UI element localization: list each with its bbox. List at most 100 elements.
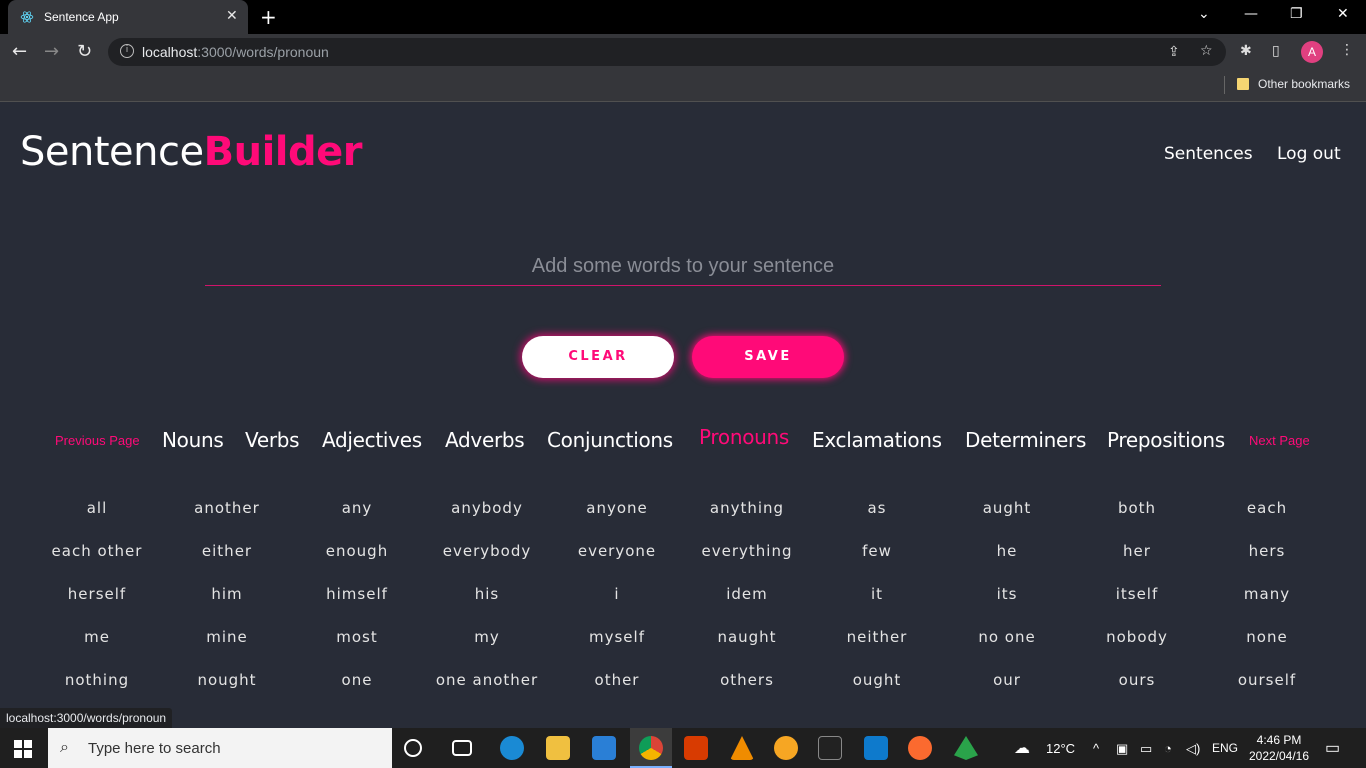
word-chip[interactable]: one <box>292 671 422 689</box>
volume-icon[interactable]: ◁) <box>1186 741 1200 757</box>
battery-icon[interactable]: ▭ <box>1140 741 1152 757</box>
word-chip[interactable]: myself <box>552 628 682 646</box>
tab-exclamations[interactable]: Exclamations <box>812 428 942 452</box>
word-chip[interactable]: anyone <box>552 499 682 517</box>
word-chip[interactable]: none <box>1202 628 1332 646</box>
word-chip[interactable]: both <box>1072 499 1202 517</box>
word-chip[interactable]: enough <box>292 542 422 560</box>
tab-pronouns[interactable]: Pronouns <box>699 425 789 449</box>
word-chip[interactable]: i <box>552 585 682 603</box>
word-chip[interactable]: naught <box>682 628 812 646</box>
profile-avatar[interactable]: A <box>1301 41 1323 63</box>
word-chip[interactable]: anybody <box>422 499 552 517</box>
word-chip[interactable]: hers <box>1202 542 1332 560</box>
terminal-icon[interactable] <box>818 736 842 760</box>
nav-sentences[interactable]: Sentences <box>1164 144 1253 164</box>
word-chip[interactable]: most <box>292 628 422 646</box>
site-info-icon[interactable]: i <box>120 44 134 58</box>
word-chip[interactable]: me <box>32 628 162 646</box>
word-chip[interactable]: everybody <box>422 542 552 560</box>
word-chip[interactable]: idem <box>682 585 812 603</box>
word-chip[interactable]: mine <box>162 628 292 646</box>
task-view-icon[interactable] <box>452 740 472 756</box>
word-chip[interactable]: he <box>942 542 1072 560</box>
word-chip[interactable]: few <box>812 542 942 560</box>
word-chip[interactable]: nothing <box>32 671 162 689</box>
word-chip[interactable]: everyone <box>552 542 682 560</box>
vlc-icon[interactable] <box>730 736 754 760</box>
word-chip[interactable]: any <box>292 499 422 517</box>
word-chip[interactable]: everything <box>682 542 812 560</box>
word-chip[interactable]: our <box>942 671 1072 689</box>
word-chip[interactable]: my <box>422 628 552 646</box>
extensions-icon[interactable]: ✱ <box>1240 43 1252 59</box>
word-chip[interactable]: no one <box>942 628 1072 646</box>
word-chip[interactable]: ourself <box>1202 671 1332 689</box>
tab-adjectives[interactable]: Adjectives <box>322 428 422 452</box>
word-chip[interactable]: him <box>162 585 292 603</box>
vscode-icon[interactable] <box>864 736 888 760</box>
word-chip[interactable]: each other <box>32 542 162 560</box>
back-icon[interactable]: ← <box>12 41 27 62</box>
previous-page-link[interactable]: Previous Page <box>55 433 140 448</box>
taskbar-clock[interactable]: 4:46 PM 2022/04/16 <box>1244 732 1314 764</box>
word-chip[interactable]: itself <box>1072 585 1202 603</box>
meet-icon[interactable]: ▣ <box>1116 741 1128 757</box>
close-window-icon[interactable]: ✕ <box>1337 6 1349 22</box>
word-chip[interactable]: his <box>422 585 552 603</box>
brand-logo[interactable]: SentenceBuilder <box>20 129 362 175</box>
word-chip[interactable]: her <box>1072 542 1202 560</box>
tab-verbs[interactable]: Verbs <box>245 428 300 452</box>
next-page-link[interactable]: Next Page <box>1249 433 1310 448</box>
reload-icon[interactable]: ↻ <box>77 41 92 62</box>
forward-icon[interactable]: → <box>44 41 59 62</box>
save-button[interactable]: SAVE <box>692 336 844 378</box>
postman-icon[interactable] <box>908 736 932 760</box>
nav-logout[interactable]: Log out <box>1277 144 1341 164</box>
word-chip[interactable]: another <box>162 499 292 517</box>
word-chip[interactable]: others <box>682 671 812 689</box>
wifi-icon[interactable]: ◔ <box>1164 741 1172 756</box>
brave-icon[interactable] <box>774 736 798 760</box>
menu-kebab-icon[interactable]: ⋮ <box>1340 42 1354 58</box>
tab-determiners[interactable]: Determiners <box>965 428 1086 452</box>
tray-chevron-icon[interactable]: ^ <box>1093 741 1099 756</box>
word-chip[interactable]: each <box>1202 499 1332 517</box>
minimize-icon[interactable]: — <box>1244 6 1258 22</box>
word-chip[interactable]: herself <box>32 585 162 603</box>
close-tab-icon[interactable]: ✕ <box>226 8 238 24</box>
word-chip[interactable]: anything <box>682 499 812 517</box>
language-indicator[interactable]: ENG <box>1212 741 1238 755</box>
word-chip[interactable]: one another <box>422 671 552 689</box>
bookmark-star-icon[interactable]: ☆ <box>1200 43 1213 59</box>
word-chip[interactable]: aught <box>942 499 1072 517</box>
word-chip[interactable]: himself <box>292 585 422 603</box>
browser-tab[interactable]: Sentence App ✕ <box>8 0 248 34</box>
other-bookmarks[interactable]: Other bookmarks <box>1258 77 1350 91</box>
mail-icon[interactable] <box>592 736 616 760</box>
notifications-icon[interactable]: ▭ <box>1325 738 1340 758</box>
word-chip[interactable]: all <box>32 499 162 517</box>
word-chip[interactable]: ought <box>812 671 942 689</box>
weather-cloud-icon[interactable]: ☁ <box>1014 738 1030 758</box>
word-chip[interactable]: neither <box>812 628 942 646</box>
office-icon[interactable] <box>684 736 708 760</box>
tab-conjunctions[interactable]: Conjunctions <box>547 428 673 452</box>
side-panel-icon[interactable]: ▯ <box>1272 43 1280 59</box>
tab-nouns[interactable]: Nouns <box>162 428 224 452</box>
rocket-app-icon[interactable] <box>954 736 978 760</box>
word-chip[interactable]: nought <box>162 671 292 689</box>
cortana-icon[interactable] <box>404 739 422 757</box>
word-chip[interactable]: either <box>162 542 292 560</box>
word-chip[interactable]: many <box>1202 585 1332 603</box>
chrome-taskbar-button[interactable] <box>630 728 672 768</box>
word-chip[interactable]: ours <box>1072 671 1202 689</box>
windows-start-icon[interactable] <box>14 740 32 758</box>
new-tab-icon[interactable]: + <box>260 5 277 29</box>
tab-prepositions[interactable]: Prepositions <box>1107 428 1225 452</box>
word-chip[interactable]: other <box>552 671 682 689</box>
word-chip[interactable]: nobody <box>1072 628 1202 646</box>
word-chip[interactable]: it <box>812 585 942 603</box>
restore-icon[interactable]: ❐ <box>1290 6 1303 22</box>
file-explorer-icon[interactable] <box>546 736 570 760</box>
